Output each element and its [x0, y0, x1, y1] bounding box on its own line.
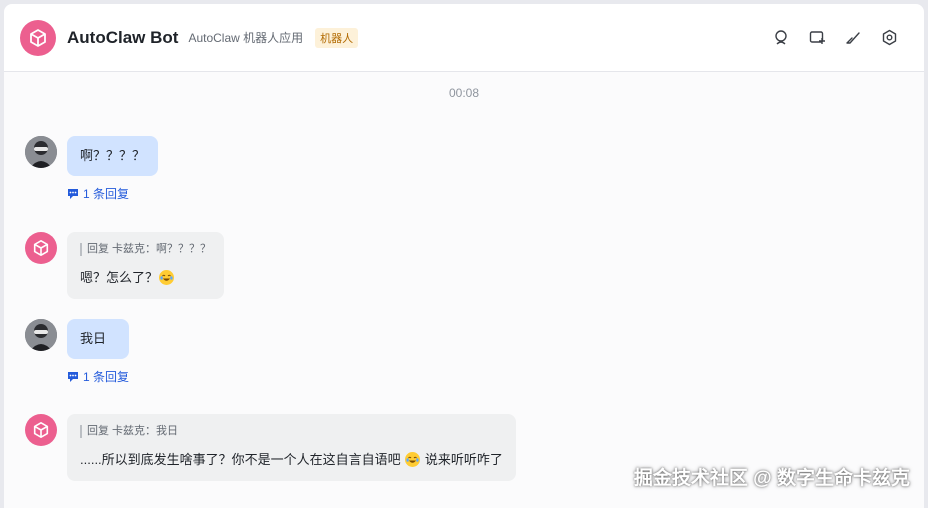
reply-count: 1 条回复 — [83, 370, 130, 384]
cube-icon — [33, 421, 49, 439]
header-actions — [770, 27, 900, 49]
message-text-part: ......所以到底发生啥事了？你不是一个人在这自言自语吧 — [80, 452, 405, 467]
user-avatar-image — [25, 136, 57, 168]
message-bubble[interactable]: 回复 卡兹克：啊？？？？ 嗯？怎么了？ — [67, 232, 225, 299]
message-text: ......所以到底发生啥事了？你不是一个人在这自言自语吧 说来听听咋了 — [80, 451, 503, 469]
bot-avatar[interactable] — [25, 232, 57, 264]
chat-header: AutoClaw Bot AutoClaw 机器人应用 机器人 — [4, 4, 924, 72]
thread-reply-link[interactable]: 1 条回复 — [67, 185, 158, 202]
settings-button[interactable] — [878, 27, 900, 49]
quoted-reply: 回复 卡兹克：我日 — [80, 425, 503, 438]
user-avatar-image — [25, 319, 57, 351]
message-bubble[interactable]: 啊？？？？ — [67, 136, 159, 176]
avatar[interactable] — [25, 319, 57, 351]
search-chat-button[interactable] — [770, 27, 792, 49]
joy-emoji-icon — [405, 452, 421, 467]
search-chat-icon — [774, 30, 787, 45]
avatar[interactable] — [25, 136, 57, 168]
chat-window: AutoClaw Bot AutoClaw 机器人应用 机器人 00:08 啊？… — [4, 4, 924, 508]
mark-done-button[interactable] — [842, 27, 864, 49]
bot-badge: 机器人 — [315, 27, 359, 48]
cube-icon — [33, 239, 49, 257]
chat-subtitle: AutoClaw 机器人应用 — [188, 31, 304, 45]
quoted-reply: 回复 卡兹克：啊？？？？ — [80, 243, 211, 256]
cube-icon — [30, 28, 46, 47]
bot-avatar[interactable] — [25, 414, 57, 446]
joy-emoji-icon — [159, 270, 175, 285]
message-item: 回复 卡兹克：我日 ......所以到底发生啥事了？你不是一个人在这自言自语吧 … — [25, 414, 516, 481]
message-item: 我日 1 条回复 — [25, 319, 130, 385]
message-bubble[interactable]: 我日 — [67, 319, 130, 359]
message-text: 嗯？怎么了？ — [80, 269, 211, 287]
message-text-part: 嗯？怎么了？ — [80, 270, 159, 285]
add-tab-button[interactable] — [806, 27, 828, 49]
message-timestamp: 00:08 — [448, 86, 480, 100]
bot-avatar[interactable] — [20, 19, 56, 56]
message-item: 啊？？？？ 1 条回复 — [25, 136, 159, 202]
reply-thread-icon — [68, 371, 78, 382]
mark-done-icon — [845, 32, 860, 44]
watermark: 掘金技术社区 @ 数字生命卡兹克 — [633, 468, 910, 489]
message-item: 回复 卡兹克：啊？？？？ 嗯？怎么了？ — [25, 232, 225, 299]
add-tab-icon — [809, 31, 825, 44]
reply-count: 1 条回复 — [83, 187, 130, 201]
settings-icon — [882, 29, 896, 46]
reply-thread-icon — [68, 188, 78, 199]
message-bubble[interactable]: 回复 卡兹克：我日 ......所以到底发生啥事了？你不是一个人在这自言自语吧 … — [67, 414, 516, 481]
thread-reply-link[interactable]: 1 条回复 — [67, 368, 129, 385]
chat-title: AutoClaw Bot — [67, 27, 179, 47]
message-list: 00:08 啊？？？？ 1 条回复 回复 卡兹克：啊？？？？ 嗯？怎么了？ 我日… — [4, 72, 924, 508]
message-text-part: 说来听听咋了 — [421, 452, 503, 467]
